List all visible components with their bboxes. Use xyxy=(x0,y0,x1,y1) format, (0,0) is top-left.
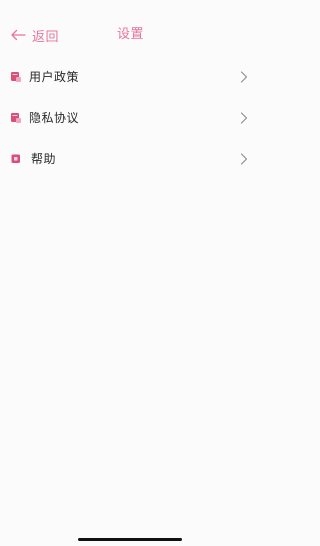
arrow-left-icon xyxy=(10,29,26,41)
menu-item-label: 用户政策 xyxy=(29,70,80,84)
chevron-right-icon xyxy=(240,70,248,83)
menu-item-privacy-agreement[interactable]: 隐私协议 xyxy=(0,97,260,138)
menu-item-label: 隐私协议 xyxy=(29,111,80,125)
back-label: 返回 xyxy=(32,29,60,45)
home-indicator[interactable] xyxy=(78,538,182,541)
settings-screen: 返回 设置 用户政策 隐私协议 帮助 xyxy=(0,0,260,546)
document-icon xyxy=(10,71,22,83)
document-icon xyxy=(10,112,22,124)
chevron-right-icon xyxy=(240,111,248,124)
menu-item-label: 帮助 xyxy=(31,152,57,166)
chevron-right-icon xyxy=(240,152,248,165)
menu-item-user-policy[interactable]: 用户政策 xyxy=(0,56,260,97)
settings-list: 用户政策 隐私协议 帮助 xyxy=(0,56,260,179)
nav-bar: 返回 设置 xyxy=(0,22,260,48)
back-button[interactable]: 返回 xyxy=(10,22,59,48)
help-icon xyxy=(10,153,22,165)
page-title: 设置 xyxy=(117,27,145,42)
menu-item-help[interactable]: 帮助 xyxy=(0,138,260,179)
